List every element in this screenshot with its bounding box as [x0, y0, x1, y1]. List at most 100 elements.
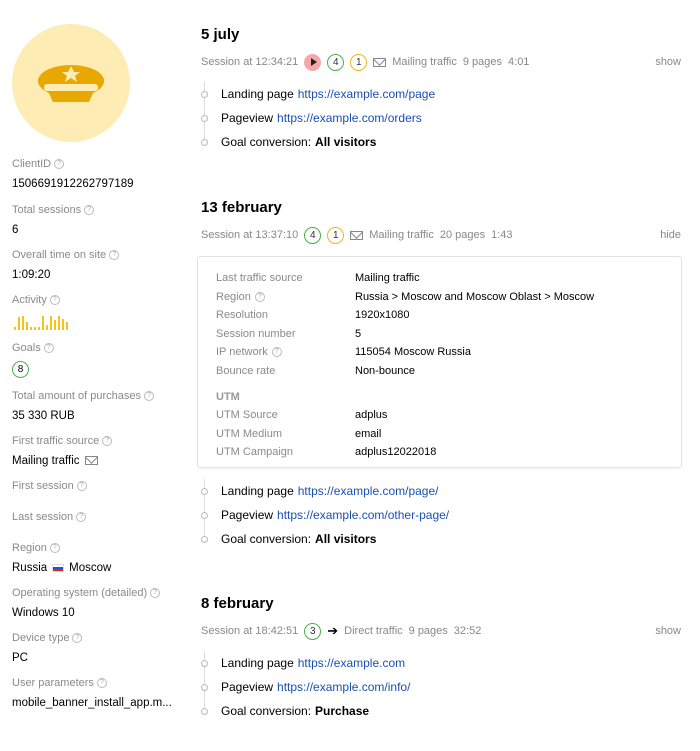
- event-link[interactable]: https://example.com: [298, 656, 405, 670]
- show-details-toggle[interactable]: show: [655, 56, 681, 68]
- question-icon[interactable]: ?: [84, 205, 95, 215]
- event-landing-page: Landing page https://example.com/page/: [201, 479, 681, 503]
- goals-label: Goals: [12, 342, 41, 354]
- detail-row: Bounce rate Non-bounce: [216, 362, 681, 381]
- arrow-right-icon: ➔: [327, 623, 339, 638]
- session-events: Landing page https://example.com Pageview…: [201, 651, 681, 723]
- question-icon[interactable]: ?: [271, 347, 282, 358]
- session-date: 8 february: [201, 595, 274, 612]
- purchases-field: Total amount of purchases? 35 330 RUB: [12, 389, 187, 423]
- hide-details-toggle[interactable]: hide: [660, 229, 681, 241]
- question-icon[interactable]: ?: [76, 481, 87, 491]
- goals-badge[interactable]: 4: [304, 226, 322, 244]
- os-field: Operating system (detailed)? Windows 10: [12, 586, 187, 620]
- play-icon[interactable]: [304, 53, 322, 71]
- session-time: Session at 18:42:51: [201, 625, 299, 637]
- session-date: 5 july: [201, 26, 240, 43]
- goals-badge[interactable]: 3: [304, 622, 322, 640]
- event-link[interactable]: https://example.com/orders: [277, 111, 422, 125]
- first-session-label: First session: [12, 480, 74, 492]
- session-summary-row: Session at 18:42:51 3 ➔ Direct traffic 9…: [201, 622, 681, 640]
- detail-key: IP network: [216, 346, 268, 359]
- activity-bar: [62, 319, 64, 330]
- mail-icon: [373, 57, 387, 67]
- region-city: Moscow: [69, 561, 112, 574]
- event-pageview: Pageview https://example.com/info/: [201, 675, 681, 699]
- event-label: Landing page: [221, 656, 294, 670]
- detail-key: Session number: [216, 327, 296, 340]
- detail-value: Non-bounce: [355, 364, 415, 377]
- event-pageview: Pageview https://example.com/other-page/: [201, 503, 681, 527]
- session-events: Landing page https://example.com/page/ Pa…: [201, 479, 681, 551]
- session-summary-row: Session at 13:37:10 4 1 Mailing traffic …: [201, 226, 681, 244]
- utm-heading: UTM: [216, 391, 240, 403]
- show-details-toggle[interactable]: show: [655, 625, 681, 637]
- event-goal-conversion: Goal conversion: Purchase: [201, 699, 681, 723]
- device-type-field: Device type? PC: [12, 631, 187, 665]
- session-duration: 32:52: [453, 625, 482, 637]
- region-label: Region: [12, 542, 47, 554]
- session-pages: 9 pages: [408, 625, 448, 637]
- detail-key: Region: [216, 290, 251, 303]
- activity-bar: [14, 327, 16, 330]
- session-pages: 20 pages: [439, 229, 486, 241]
- event-label: Goal conversion:: [221, 135, 312, 149]
- user-params-field: User parameters? mobile_banner_install_a…: [12, 676, 187, 710]
- event-label: Landing page: [221, 484, 294, 498]
- goal-name: All visitors: [315, 135, 377, 149]
- detail-value: Russia > Moscow and Moscow Oblast > Mosc…: [355, 290, 595, 303]
- event-label: Landing page: [221, 87, 294, 101]
- user-params-label: User parameters: [12, 677, 94, 689]
- detail-key: Bounce rate: [216, 364, 276, 377]
- activity-bar: [38, 327, 40, 330]
- question-icon[interactable]: ?: [54, 159, 65, 169]
- session-duration: 4:01: [508, 56, 530, 68]
- question-icon[interactable]: ?: [49, 295, 60, 305]
- session-time: Session at 12:34:21: [201, 56, 299, 68]
- activity-chart: [12, 312, 187, 330]
- question-icon[interactable]: ?: [254, 291, 265, 302]
- event-link[interactable]: https://example.com/info/: [277, 680, 410, 694]
- question-icon[interactable]: ?: [102, 436, 113, 446]
- goals-count-badge[interactable]: 8: [12, 360, 29, 378]
- question-icon[interactable]: ?: [96, 678, 107, 688]
- question-icon[interactable]: ?: [43, 343, 54, 353]
- goal-name: All visitors: [315, 532, 377, 546]
- overall-time-label: Overall time on site: [12, 249, 107, 261]
- purchases-badge[interactable]: 1: [350, 53, 368, 71]
- activity-bar: [58, 316, 60, 330]
- question-icon[interactable]: ?: [49, 543, 60, 553]
- event-link[interactable]: https://example.com/other-page/: [277, 508, 449, 522]
- purchases-badge[interactable]: 1: [327, 226, 345, 244]
- event-label: Goal conversion:: [221, 532, 312, 546]
- region-country: Russia: [12, 561, 48, 574]
- question-icon[interactable]: ?: [150, 588, 161, 598]
- activity-bar: [46, 325, 48, 330]
- overall-time-field: Overall time on site? 1:09:20: [12, 248, 187, 282]
- goals-badge[interactable]: 4: [327, 53, 345, 71]
- utm-value: adplus: [355, 409, 388, 422]
- detail-value: Mailing traffic: [355, 272, 420, 285]
- session-source: Direct traffic: [344, 625, 403, 637]
- detail-value: 5: [355, 327, 362, 340]
- os-label: Operating system (detailed): [12, 587, 148, 599]
- detail-row: Region? Russia > Moscow and Moscow Oblast…: [216, 288, 681, 307]
- first-traffic-source-field: First traffic source? Mailing traffic: [12, 434, 187, 468]
- question-icon[interactable]: ?: [144, 391, 155, 401]
- session-source: Mailing traffic: [369, 229, 434, 241]
- detail-row: Last traffic source Mailing traffic: [216, 269, 681, 288]
- question-icon[interactable]: ?: [109, 250, 120, 260]
- event-landing-page: Landing page https://example.com: [201, 651, 681, 675]
- event-link[interactable]: https://example.com/page: [298, 87, 435, 101]
- russia-flag-icon: [52, 563, 65, 572]
- mail-icon: [350, 230, 364, 240]
- question-icon[interactable]: ?: [72, 633, 83, 643]
- event-label: Pageview: [221, 111, 274, 125]
- utm-key: UTM Medium: [216, 427, 283, 440]
- total-sessions-label: Total sessions: [12, 204, 82, 216]
- question-icon[interactable]: ?: [76, 512, 87, 522]
- utm-row: UTM Medium email: [216, 425, 681, 444]
- avatar: [12, 24, 130, 142]
- event-link[interactable]: https://example.com/page/: [298, 484, 439, 498]
- activity-bar: [22, 316, 24, 330]
